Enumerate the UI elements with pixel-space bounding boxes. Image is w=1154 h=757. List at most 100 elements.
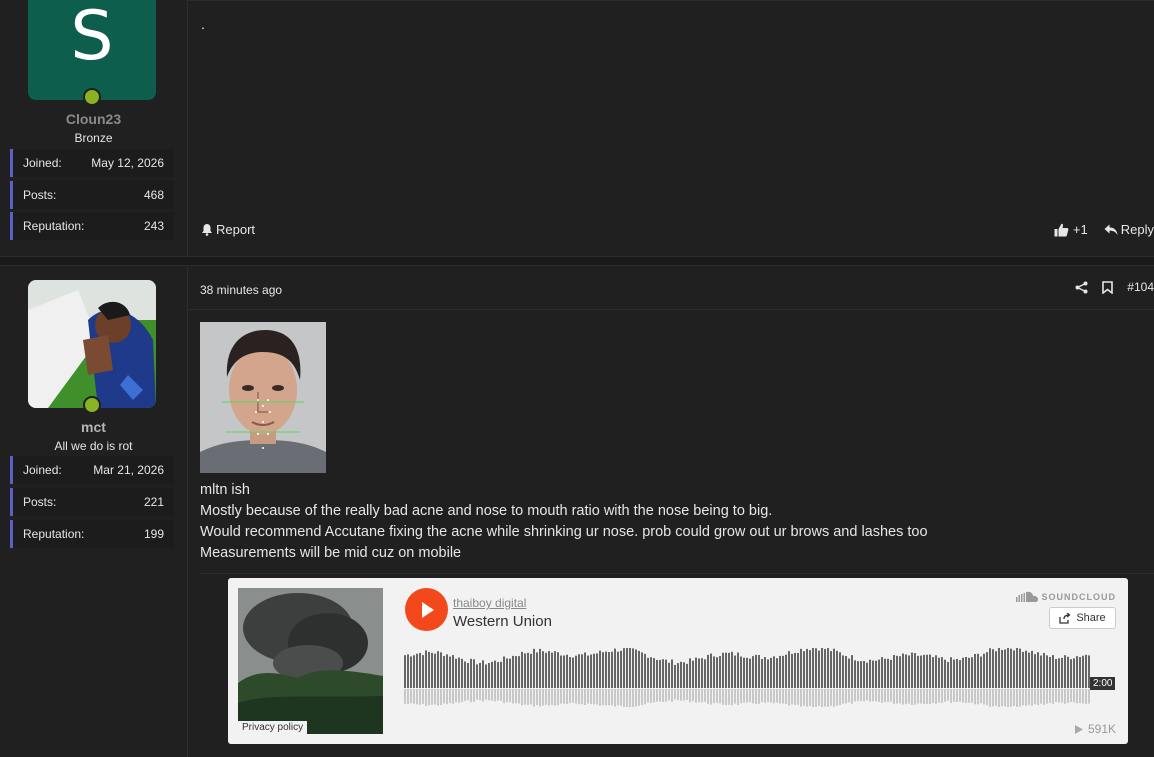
- soundcloud-embed[interactable]: Privacy policy thaiboy digital Western U…: [228, 578, 1128, 744]
- track-duration: 2:00: [1090, 677, 1116, 690]
- waveform-reflection: [761, 689, 763, 703]
- waveform-reflection: [638, 689, 640, 706]
- message-line: Would recommend Accutane fixing the acne…: [200, 524, 928, 540]
- waveform-bar: [602, 652, 604, 688]
- waveform-bar: [509, 658, 511, 688]
- track-title[interactable]: Western Union: [453, 613, 552, 630]
- report-button[interactable]: Report: [201, 222, 255, 237]
- waveform-reflection: [797, 689, 799, 705]
- waveform-reflection: [449, 689, 451, 704]
- share-icon[interactable]: [1075, 281, 1088, 294]
- waveform-bar: [656, 659, 658, 688]
- waveform-reflection: [695, 689, 697, 703]
- username[interactable]: Cloun23: [0, 111, 187, 127]
- waveform-reflection: [455, 689, 457, 703]
- waveform-reflection: [1049, 689, 1051, 703]
- stat-label: Posts:: [23, 495, 57, 509]
- waveform-bar: [695, 657, 697, 688]
- track-artwork[interactable]: Privacy policy: [238, 588, 383, 734]
- avatar[interactable]: S: [28, 0, 156, 100]
- waveform[interactable]: [404, 646, 1092, 710]
- stat-posts: Posts: 221: [10, 488, 174, 516]
- waveform-bar: [1040, 655, 1042, 688]
- waveform-reflection: [902, 689, 904, 705]
- waveform-bar: [662, 659, 664, 688]
- waveform-bar: [1079, 657, 1081, 688]
- waveform-reflection: [1043, 689, 1045, 705]
- waveform-bar: [1073, 658, 1075, 688]
- report-label: Report: [216, 222, 256, 237]
- waveform-reflection: [1073, 689, 1075, 703]
- waveform-reflection: [1085, 689, 1087, 704]
- post-number[interactable]: #104: [1127, 280, 1154, 294]
- username[interactable]: mct: [0, 419, 187, 435]
- waveform-reflection: [1070, 689, 1072, 702]
- waveform-bar: [623, 648, 625, 688]
- waveform-bar: [410, 656, 412, 688]
- privacy-policy-link[interactable]: Privacy policy: [238, 721, 308, 734]
- waveform-reflection: [677, 689, 679, 701]
- waveform-reflection: [596, 689, 598, 705]
- stat-value: May 12, 2026: [91, 156, 164, 170]
- waveform-bar: [947, 661, 949, 688]
- post-message: mltn ish Mostly because of the really ba…: [200, 480, 928, 564]
- soundcloud-logo[interactable]: SOUNDCLOUD: [1015, 591, 1117, 602]
- waveform-bar: [749, 658, 751, 688]
- waveform-reflection: [539, 689, 541, 707]
- waveform-bar: [842, 655, 844, 688]
- waveform-bar: [1055, 658, 1057, 688]
- waveform-reflection: [599, 689, 601, 706]
- waveform-bar: [797, 652, 799, 688]
- waveform-bar: [593, 653, 595, 688]
- waveform-bar: [980, 656, 982, 688]
- avatar[interactable]: [28, 280, 156, 408]
- waveform-reflection: [944, 689, 946, 702]
- waveform-bar: [524, 653, 526, 688]
- post-timestamp[interactable]: 38 minutes ago: [200, 283, 282, 297]
- waveform-bar: [668, 662, 670, 688]
- waveform-reflection: [1010, 689, 1012, 707]
- waveform-reflection: [764, 689, 766, 703]
- like-button[interactable]: +1: [1054, 222, 1088, 237]
- waveform-bar: [920, 655, 922, 688]
- waveform-reflection: [413, 689, 415, 704]
- bookmark-icon[interactable]: [1102, 280, 1114, 294]
- waveform-reflection: [926, 689, 928, 704]
- waveform-reflection: [665, 689, 667, 702]
- waveform-bar: [671, 659, 673, 688]
- waveform-reflection: [428, 689, 430, 706]
- waveform-reflection: [878, 689, 880, 702]
- waveform-reflection: [1004, 689, 1006, 707]
- waveform-reflection: [875, 689, 877, 702]
- share-button[interactable]: Share: [1049, 607, 1116, 629]
- waveform-bar: [821, 648, 823, 688]
- waveform-reflection: [815, 689, 817, 707]
- attached-image[interactable]: [200, 322, 326, 473]
- waveform-bar: [659, 659, 661, 688]
- waveform-bar: [1061, 657, 1063, 688]
- waveform-bar: [665, 659, 667, 688]
- stat-label: Joined:: [23, 463, 62, 477]
- waveform-reflection: [1088, 689, 1090, 704]
- waveform-bar: [1034, 654, 1036, 688]
- waveform-reflection: [917, 689, 919, 704]
- waveform-reflection: [515, 689, 517, 704]
- waveform-reflection: [704, 689, 706, 702]
- waveform-bar: [1031, 650, 1033, 688]
- waveform-reflection: [869, 689, 871, 702]
- stat-reputation: Reputation: 199: [10, 520, 174, 548]
- waveform-bar: [548, 651, 550, 688]
- waveform-bar: [977, 653, 979, 688]
- waveform-reflection: [617, 689, 619, 706]
- waveform-bar: [560, 655, 562, 688]
- waveform-bar: [836, 650, 838, 688]
- play-button[interactable]: [405, 588, 448, 631]
- waveform-reflection: [533, 689, 535, 707]
- reply-button[interactable]: Reply: [1104, 222, 1154, 237]
- waveform-bar: [590, 654, 592, 688]
- waveform-bar: [557, 652, 559, 688]
- artist-link[interactable]: thaiboy digital: [453, 596, 526, 610]
- waveform-bar: [791, 653, 793, 688]
- waveform-bar: [485, 664, 487, 688]
- waveform-reflection: [923, 689, 925, 704]
